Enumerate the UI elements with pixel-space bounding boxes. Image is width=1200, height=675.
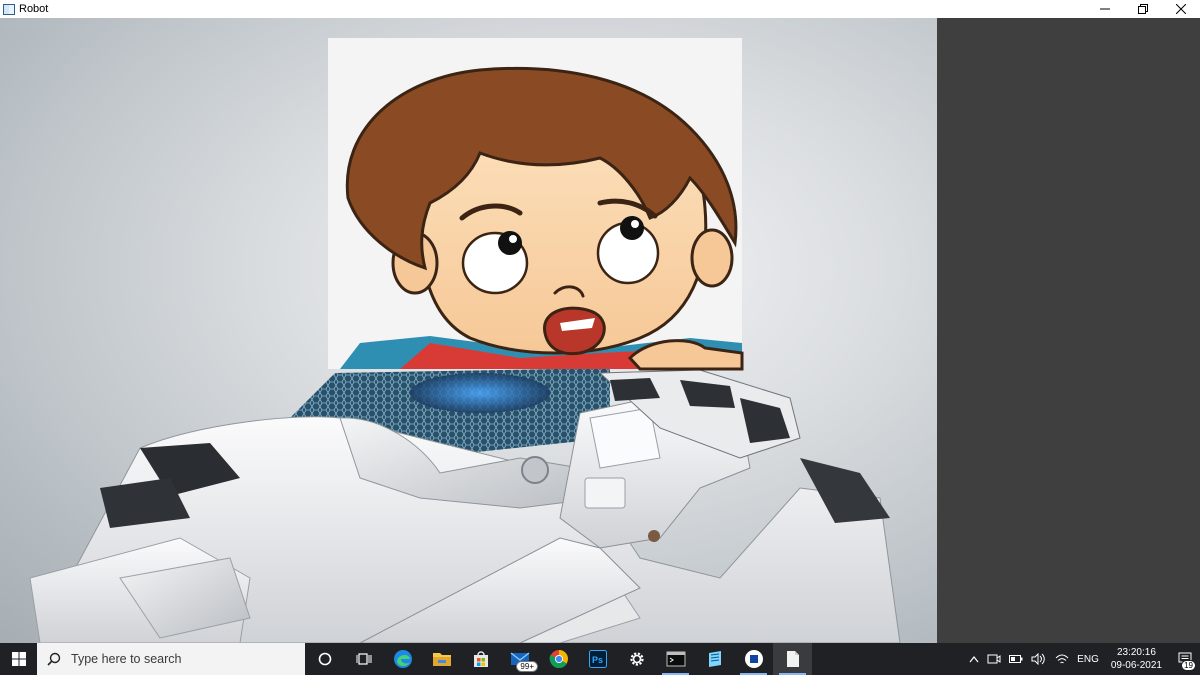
search-placeholder: Type here to search	[71, 652, 182, 666]
clock-date: 09-06-2021	[1110, 660, 1162, 671]
restore-button[interactable]	[1124, 0, 1162, 18]
notifications-button[interactable]: 19	[1170, 643, 1200, 675]
app-window-icon	[3, 3, 15, 15]
edge-button[interactable]	[383, 643, 422, 675]
document-icon	[786, 651, 799, 667]
system-tray: ENG 23:20:16 09-06-2021 19	[965, 643, 1200, 675]
file-explorer-icon	[432, 653, 451, 666]
windows-logo-icon	[11, 652, 26, 666]
title-bar: Robot	[0, 0, 1200, 18]
close-icon	[1176, 4, 1186, 14]
terminal-button[interactable]	[656, 643, 695, 675]
mail-button[interactable]: 99+	[500, 643, 539, 675]
meet-now-button[interactable]	[983, 643, 1005, 675]
mail-badge: 99+	[516, 661, 538, 672]
client-area	[0, 18, 1200, 643]
document-button[interactable]	[773, 643, 812, 675]
cortana-icon	[318, 652, 331, 666]
taskbar: Type here to search 99+ Ps ENG 23:20:16 …	[0, 643, 1200, 675]
start-button[interactable]	[0, 643, 37, 675]
close-button[interactable]	[1162, 0, 1200, 18]
language-indicator: ENG	[1077, 653, 1099, 665]
meet-now-icon	[987, 654, 1001, 664]
minimize-button[interactable]	[1086, 0, 1124, 18]
clock-button[interactable]: 23:20:16 09-06-2021	[1103, 643, 1170, 675]
settings-button[interactable]	[617, 643, 656, 675]
window-title: Robot	[19, 3, 49, 15]
notepad-icon	[708, 651, 721, 667]
gear-icon	[629, 652, 644, 666]
chrome-icon	[549, 650, 568, 669]
terminal-icon	[666, 651, 685, 667]
cartoon-boy-face	[328, 38, 744, 371]
chrome-button[interactable]	[539, 643, 578, 675]
volume-button[interactable]	[1027, 643, 1051, 675]
clock-time: 23:20:16	[1116, 647, 1156, 658]
edge-icon	[393, 650, 412, 668]
chevron-up-icon	[969, 656, 979, 663]
render-canvas	[0, 18, 937, 643]
notepad-button[interactable]	[695, 643, 734, 675]
app-button[interactable]	[734, 643, 773, 675]
battery-button[interactable]	[1005, 643, 1027, 675]
window-controls	[1086, 0, 1200, 18]
store-button[interactable]	[461, 643, 500, 675]
show-hidden-icons-button[interactable]	[965, 643, 983, 675]
store-icon	[473, 651, 488, 667]
file-explorer-button[interactable]	[422, 643, 461, 675]
restore-icon	[1138, 4, 1148, 14]
search-icon	[47, 652, 61, 666]
task-view-icon	[356, 653, 371, 665]
cortana-button[interactable]	[305, 643, 344, 675]
minimize-icon	[1100, 8, 1110, 10]
wifi-icon	[1055, 654, 1069, 664]
battery-icon	[1009, 655, 1023, 663]
robot-scene	[29, 38, 901, 643]
svg-text:Ps: Ps	[592, 655, 603, 665]
notification-count-badge: 19	[1181, 660, 1196, 671]
taskbar-search-box[interactable]: Type here to search	[37, 643, 305, 675]
photoshop-icon: Ps	[588, 650, 607, 668]
app-icon	[744, 650, 763, 668]
side-pane	[937, 18, 1200, 643]
network-button[interactable]	[1051, 643, 1073, 675]
photoshop-button[interactable]: Ps	[578, 643, 617, 675]
volume-icon	[1031, 653, 1045, 665]
task-view-button[interactable]	[344, 643, 383, 675]
language-button[interactable]: ENG	[1073, 643, 1103, 675]
